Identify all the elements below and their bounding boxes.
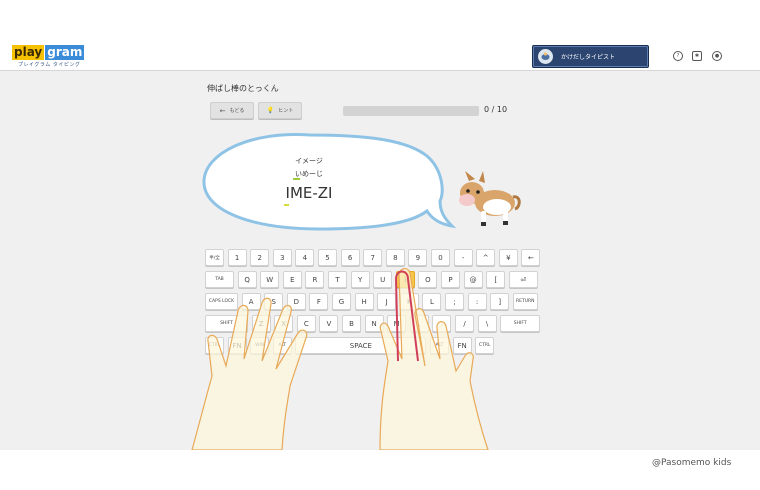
- key-row4-3: C: [296, 315, 316, 332]
- horse-mascot-icon: [459, 171, 521, 226]
- key-row2-2: W: [260, 271, 280, 288]
- key-row1-12: ^: [476, 249, 496, 266]
- key-row3-1: A: [241, 293, 261, 310]
- typed-indicator: [293, 178, 300, 180]
- key-row3-2: S: [264, 293, 284, 310]
- key-row3-5: G: [332, 293, 351, 310]
- key-row3-3: D: [286, 293, 306, 310]
- key-row3-4: F: [309, 293, 329, 310]
- key-row4-5: B: [342, 315, 361, 332]
- key-row2-7: U: [373, 271, 393, 288]
- key-row1-0: 半/全: [205, 249, 224, 266]
- key-row1-10: 0: [431, 249, 450, 266]
- question-kana: いめーじ: [295, 170, 323, 178]
- key-row1-2: 2: [250, 249, 270, 266]
- key-row5-6: FN: [452, 337, 472, 354]
- key-row3-12: ]: [490, 293, 510, 310]
- question-hint: イメージ: [295, 157, 323, 165]
- key-row4-11: \: [477, 315, 497, 332]
- key-row3-11: :: [467, 293, 487, 310]
- key-row5-5: ALT: [430, 337, 449, 354]
- key-row4-7: M: [387, 315, 407, 332]
- key-row2-10: P: [441, 271, 460, 288]
- key-row1-3: 3: [272, 249, 292, 266]
- key-row5-3: ALT: [272, 337, 292, 354]
- key-row2-13: ⏎: [508, 271, 538, 288]
- key-row4-0: SHIFT: [205, 315, 248, 332]
- key-row2-5: T: [328, 271, 347, 288]
- key-row3-9: L: [422, 293, 442, 310]
- key-row4-4: V: [319, 315, 339, 332]
- key-row4-12: SHIFT: [500, 315, 541, 332]
- key-row4-1: Z: [251, 315, 271, 332]
- key-row1-4: 4: [295, 249, 315, 266]
- key-row5-0: CTRL: [205, 337, 224, 354]
- key-row5-7: CTRL: [475, 337, 495, 354]
- key-row4-10: /: [455, 315, 474, 332]
- key-row1-11: -: [453, 249, 473, 266]
- credit-text: @Pasomemo kids: [652, 458, 732, 468]
- key-row5-4: SPACE: [295, 337, 427, 354]
- key-row2-1: Q: [237, 271, 257, 288]
- key-row1-6: 6: [340, 249, 360, 266]
- key-row5-1: FN: [227, 337, 247, 354]
- key-row2-3: E: [282, 271, 302, 288]
- key-row1-13: ¥: [498, 249, 518, 266]
- key-row2-0: TAB: [205, 271, 234, 288]
- key-row3-10: ;: [445, 293, 464, 310]
- key-row1-9: 9: [408, 249, 428, 266]
- key-row3-6: H: [354, 293, 374, 310]
- key-row2-8: I: [395, 271, 415, 288]
- app-frame: play gram プレイグラム タイピング かけだしタイピスト ? ✱ ● 伸…: [0, 41, 760, 450]
- key-row3-0: CAPS LOCK: [205, 293, 238, 310]
- key-row3-7: J: [377, 293, 397, 310]
- key-row1-14: ←: [521, 249, 541, 266]
- key-row3-13: RETURN: [512, 293, 538, 310]
- speech-bubble: [202, 133, 457, 231]
- key-row1-1: 1: [227, 249, 247, 266]
- key-row1-5: 5: [318, 249, 337, 266]
- key-row2-12: [: [486, 271, 506, 288]
- key-row2-9: O: [418, 271, 438, 288]
- key-row4-2: X: [274, 315, 294, 332]
- key-row3-8: K: [399, 293, 419, 310]
- key-row2-11: @: [463, 271, 483, 288]
- key-row5-2: WIN: [250, 337, 270, 354]
- key-row4-9: .: [432, 315, 452, 332]
- cursor-indicator: [284, 204, 289, 206]
- key-row1-7: 7: [363, 249, 383, 266]
- key-row1-8: 8: [385, 249, 405, 266]
- key-row2-6: Y: [350, 271, 370, 288]
- question-romaji: IME-ZI: [285, 184, 333, 202]
- key-row2-4: R: [305, 271, 325, 288]
- key-row4-6: N: [364, 315, 384, 332]
- key-row4-8: ,: [409, 315, 429, 332]
